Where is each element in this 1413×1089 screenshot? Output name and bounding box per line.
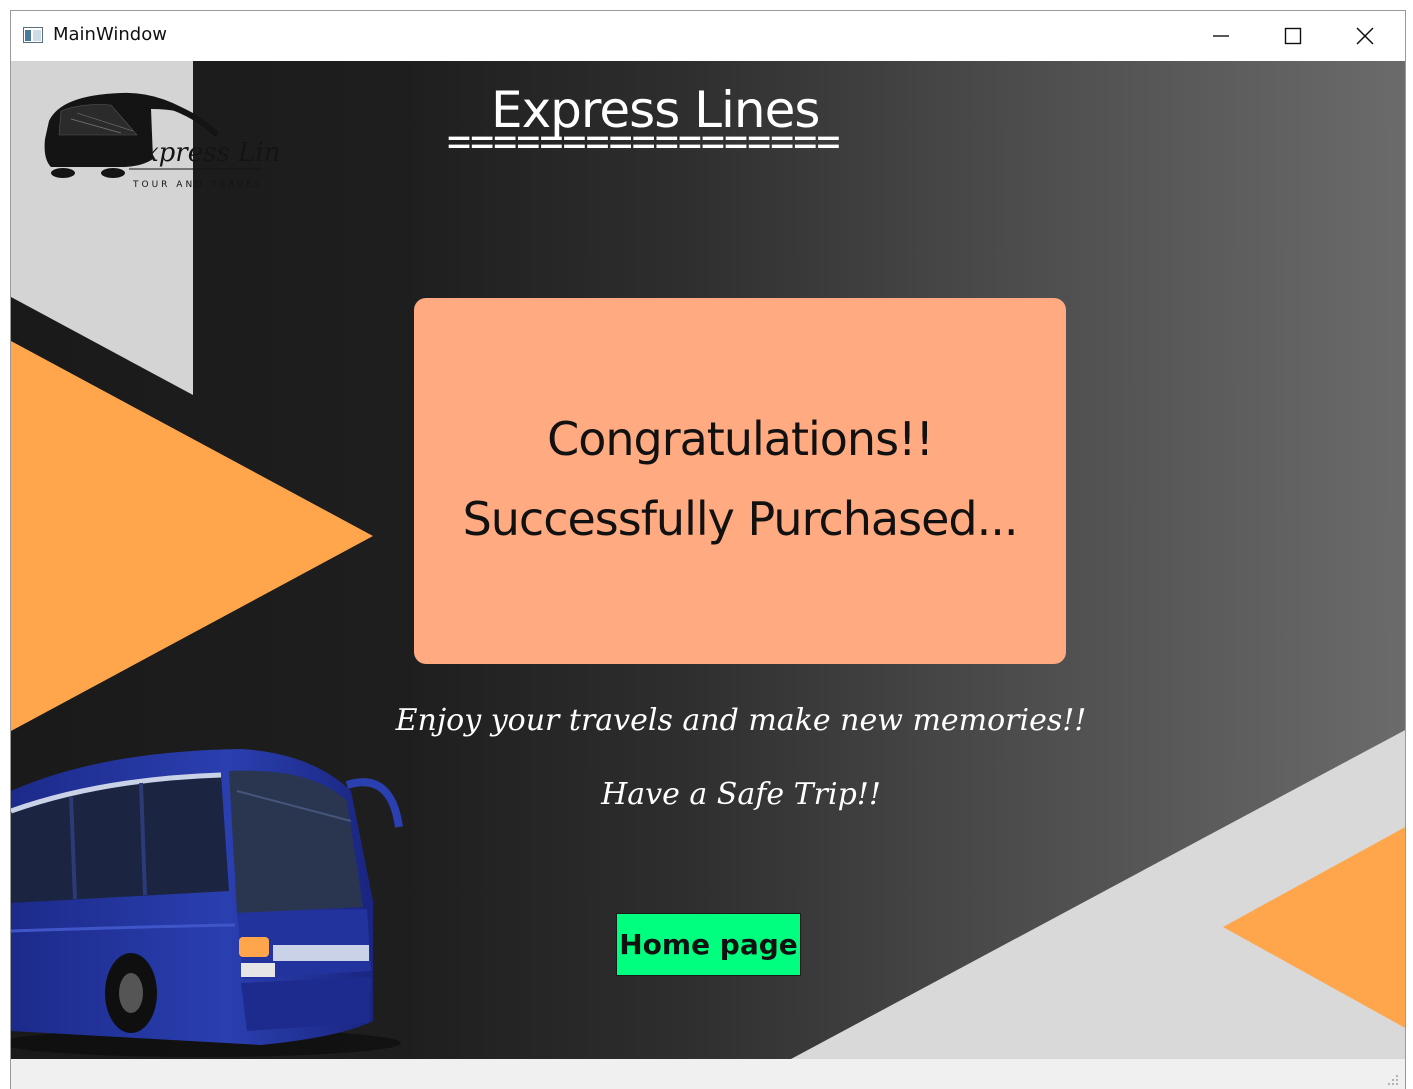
status-bar [11, 1059, 1405, 1089]
close-button[interactable] [1329, 11, 1401, 61]
success-card: Congratulations!! Successfully Purchased… [414, 298, 1066, 664]
background-canvas: Express Lines TOUR AND TRAVEL Express Li… [11, 61, 1405, 1059]
maximize-button[interactable] [1257, 11, 1329, 61]
title-underline: ================= [447, 119, 840, 165]
maximize-icon [1284, 27, 1302, 45]
size-grip-icon[interactable] [1387, 1074, 1399, 1086]
logo-wordmark: Express Lines [124, 138, 281, 168]
orange-triangle-left [11, 341, 373, 731]
logo-tagline: TOUR AND TRAVEL [132, 180, 263, 190]
window-title: MainWindow [53, 24, 167, 45]
express-lines-logo: Express Lines TOUR AND TRAVEL [44, 92, 281, 190]
congratulations-text: Congratulations!! [547, 412, 934, 466]
minimize-button[interactable] [1185, 11, 1257, 61]
main-window: MainWindow Express Lin TOUR AND TRAVEL E… [10, 10, 1406, 1089]
purchase-status-text: Successfully Purchased... [462, 492, 1019, 546]
minimize-icon [1213, 35, 1229, 37]
title-bar[interactable]: MainWindow [11, 11, 1405, 61]
bus-image [11, 749, 403, 1057]
window-icon [23, 27, 43, 43]
close-icon [1356, 27, 1374, 45]
home-page-button[interactable]: Home page [616, 913, 801, 976]
